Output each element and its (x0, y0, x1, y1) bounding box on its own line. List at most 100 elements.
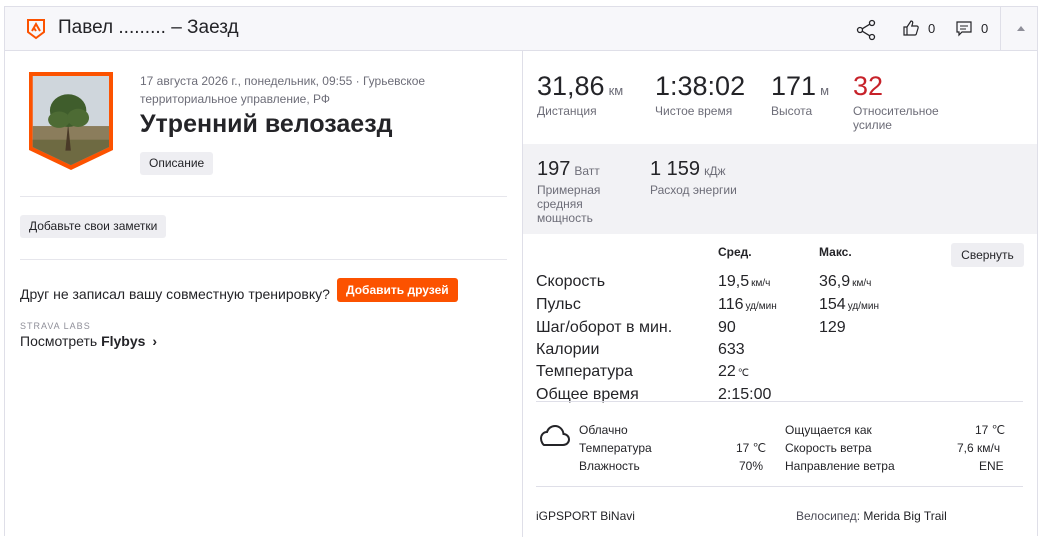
stat-row-avg: 19,5 км/ч (718, 273, 770, 291)
header-divider (1000, 7, 1001, 50)
activity-stats-panel: 31,86 км Дистанция 1:38:02 Чистое время 1… (523, 51, 1037, 537)
activity-header: Павел ......... – Заезд 0 0 (5, 7, 1037, 51)
activity-meta: 17 августа 2026 г., понедельник, 09:55 ·… (140, 74, 426, 106)
stat-distance: 31,86 км Дистанция (537, 71, 623, 118)
stat-elevation: 171 м Высота (771, 71, 829, 118)
activity-card: Павел ......... – Заезд 0 0 17 августа 2… (4, 6, 1038, 537)
stat-row: Пульс 116 уд/мин 154 уд/мин (536, 296, 936, 314)
weather-temp-label: Температура (579, 441, 652, 455)
stat-row: Температура 22 ℃ (536, 363, 936, 380)
stat-row-max-unit: уд/мин (847, 301, 879, 312)
stat-row-label: Скорость (536, 273, 606, 290)
stat-power: 197 Ватт Примерная средняя мощность (537, 158, 627, 225)
kudos-count: 0 (928, 20, 936, 36)
stat-row-avg-value: 90 (718, 319, 736, 336)
power-value: 197 (537, 158, 571, 180)
stat-row-max: 154 уд/мин (819, 296, 879, 314)
stat-row-max-unit: км/ч (852, 278, 872, 289)
thumbs-up-icon (903, 20, 919, 36)
stat-row: Шаг/оборот в мин. 90 129 (536, 319, 936, 337)
collapse-button[interactable]: Свернуть (951, 243, 1024, 267)
stat-row-max (819, 341, 821, 359)
moving-time-value: 1:38:02 (655, 71, 746, 101)
energy-label: Расход энергии (650, 183, 737, 197)
stat-relative-effort[interactable]: 32 Относительное усилие (853, 71, 963, 132)
stat-row-max-value: 36,9 (819, 273, 851, 290)
activity-title: Утренний велозаезд (140, 110, 393, 138)
stat-row-max: 36,9 км/ч (819, 273, 871, 291)
add-friends-button[interactable]: Добавить друзей (337, 278, 458, 302)
elevation-value: 171 (771, 71, 817, 101)
power-label: Примерная средняя мощность (537, 183, 601, 225)
comment-icon (956, 21, 972, 37)
weather-humidity-value: 70% (739, 459, 764, 473)
stat-row-label: Температура (536, 363, 633, 380)
flybys-prefix: Посмотреть (20, 333, 98, 349)
weather-wind-speed-label: Скорость ветра (785, 441, 872, 455)
stat-row-avg-value: 633 (718, 341, 745, 358)
cloud-icon (539, 424, 570, 446)
strava-labs-label: STRAVA LABS (20, 321, 91, 331)
stat-row-max: 129 (819, 319, 848, 337)
distance-value: 31,86 (537, 71, 605, 101)
elevation-label: Высота (771, 104, 813, 118)
avg-column-header: Сред. (718, 245, 752, 259)
stat-row-avg: 90 (718, 319, 738, 337)
stat-row: Общее время 2:15:00 (536, 386, 936, 403)
moving-time-label: Чистое время (655, 104, 733, 118)
weather-temp-value: 17 ℃ (736, 441, 767, 455)
activity-summary-panel: 17 августа 2026 г., понедельник, 09:55 ·… (5, 51, 523, 537)
stat-row-avg-unit: км/ч (751, 278, 771, 289)
energy-unit: кДж (704, 164, 726, 178)
add-notes-button[interactable]: Добавьте свои заметки (20, 215, 167, 238)
description-button[interactable]: Описание (140, 152, 214, 175)
divider (536, 486, 1023, 487)
friend-prompt: Друг не записал вашу совместную трениров… (20, 286, 330, 302)
distance-label: Дистанция (537, 104, 597, 118)
stat-row-max-value: 154 (819, 296, 846, 313)
divider (20, 259, 507, 260)
weather-feels-label: Ощущается как (785, 423, 872, 437)
chevron-up-icon[interactable] (1010, 17, 1032, 39)
stat-row-avg: 116 уд/мин (718, 296, 777, 314)
stat-row-max-value: 129 (819, 319, 846, 336)
kudos-button[interactable]: 0 (902, 19, 935, 37)
weather-feels-value: 17 ℃ (975, 423, 1006, 437)
energy-value: 1 159 (650, 158, 701, 180)
device-name: iGPSPORT BiNavi (536, 509, 635, 523)
divider (20, 196, 507, 197)
divider (536, 401, 1023, 402)
comments-button[interactable]: 0 (955, 19, 988, 37)
stat-row-avg: 633 (718, 341, 747, 359)
stat-row-label: Шаг/оборот в мин. (536, 319, 673, 336)
weather-humidity-label: Влажность (579, 459, 640, 473)
flybys-label: Flybys (101, 333, 146, 349)
page-title: Павел ......... – Заезд (58, 17, 239, 38)
bike-name[interactable]: Merida Big Trail (863, 509, 946, 523)
activity-photo[interactable] (25, 72, 117, 172)
chevron-right-icon: › (152, 333, 157, 349)
stat-row-label: Пульс (536, 296, 581, 313)
stat-row: Скорость 19,5 км/ч 36,9 км/ч (536, 273, 936, 291)
weather-wind-dir-label: Направление ветра (785, 459, 895, 473)
weather-wind-dir-value: ENE (979, 459, 1004, 473)
share-icon[interactable] (855, 19, 877, 41)
stat-row-avg-unit: уд/мин (745, 301, 777, 312)
stat-row-avg-value: 116 (718, 296, 744, 313)
relative-effort-value: 32 (853, 71, 884, 101)
comments-count: 0 (981, 20, 989, 36)
stat-row-avg-unit: ℃ (737, 368, 750, 379)
distance-unit: км (608, 83, 624, 98)
elevation-unit: м (820, 83, 829, 98)
bike-info: Велосипед: Merida Big Trail (796, 509, 947, 523)
stat-energy: 1 159 кДж Расход энергии (650, 158, 737, 197)
stat-row-avg-value: 19,5 (718, 273, 750, 290)
flybys-link[interactable]: Посмотреть Flybys › (20, 333, 157, 349)
stat-row: Калории 633 (536, 341, 936, 359)
relative-effort-label: Относительное усилие (853, 104, 939, 132)
stat-row-avg-value: 22 (718, 363, 736, 380)
ride-activity-icon (27, 19, 45, 40)
weather-wind-speed-value: 7,6 км/ч (957, 441, 1001, 455)
max-column-header: Макс. (819, 245, 852, 259)
power-unit: Ватт (574, 164, 600, 178)
